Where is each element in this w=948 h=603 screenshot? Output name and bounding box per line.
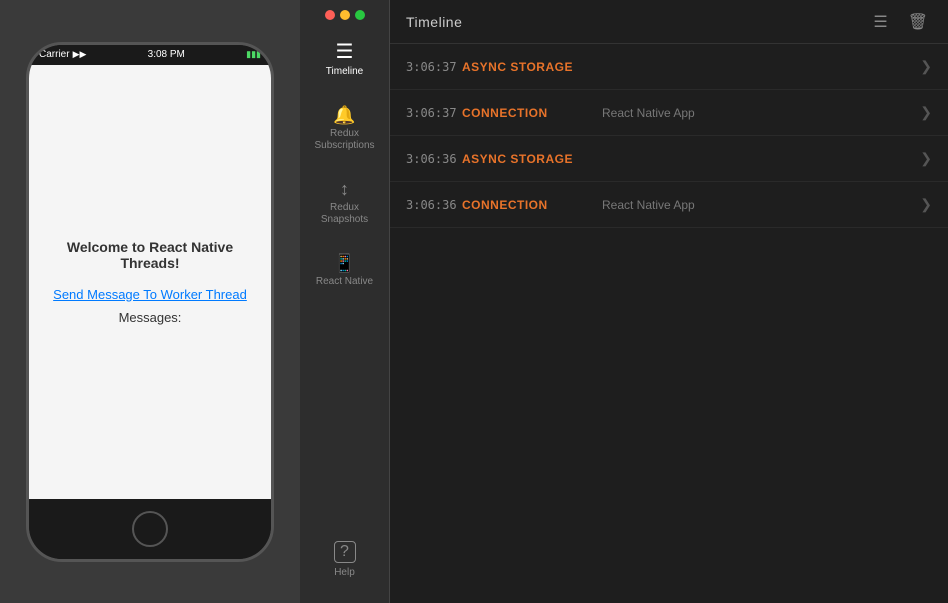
sidebar: ☰ Timeline 🔔 Redux Subscriptions ↕ Redux… <box>300 0 390 603</box>
sidebar-item-help[interactable]: ? Help <box>326 527 364 593</box>
chevron-right-icon: ❯ <box>920 150 932 167</box>
filter-icon: ☰ <box>873 14 887 31</box>
timeline-time: 3:06:36 <box>406 152 462 166</box>
chevron-right-icon: ❯ <box>920 196 932 213</box>
sidebar-item-timeline-label: Timeline <box>326 66 363 78</box>
wifi-icon: ▶▶ <box>73 49 87 60</box>
timeline-row[interactable]: 3:06:36 CONNECTION React Native App ❯ <box>390 182 948 228</box>
timeline-detail: React Native App <box>602 106 912 120</box>
phone-section: Carrier ▶▶ 3:08 PM ▮▮▮ Welcome to React … <box>0 0 300 603</box>
carrier-label: Carrier <box>39 49 70 60</box>
timeline-header: Timeline ☰ 🗑 <box>390 0 948 44</box>
sidebar-item-react-native[interactable]: 📱 React Native <box>300 240 389 302</box>
timeline-detail: React Native App <box>602 198 912 212</box>
timeline-event-type: ASYNC STORAGE <box>462 152 602 166</box>
dot-minimize <box>340 10 350 20</box>
home-button[interactable] <box>132 511 168 547</box>
help-icon: ? <box>334 541 356 563</box>
sidebar-item-help-label: Help <box>334 567 355 579</box>
trash-icon: 🗑 <box>908 14 928 31</box>
welcome-text: Welcome to React Native Threads! <box>49 239 251 271</box>
sidebar-bottom: ? Help <box>326 527 364 603</box>
timeline-icon: ☰ <box>336 42 354 62</box>
phone-bottom-bar <box>29 499 271 559</box>
sidebar-item-redux-snap-label: Redux Snapshots <box>321 202 368 226</box>
timeline-event-type: CONNECTION <box>462 106 602 120</box>
timeline-time: 3:06:37 <box>406 60 462 74</box>
timeline-event-type: ASYNC STORAGE <box>462 60 602 74</box>
snapshot-icon: ↕ <box>340 180 349 198</box>
sidebar-item-redux-subscriptions[interactable]: 🔔 Redux Subscriptions <box>300 92 389 166</box>
filter-button[interactable]: ☰ <box>869 8 891 36</box>
timeline-row[interactable]: 3:06:36 ASYNC STORAGE ❯ <box>390 136 948 182</box>
phone-frame: Carrier ▶▶ 3:08 PM ▮▮▮ Welcome to React … <box>26 42 274 562</box>
timeline-time: 3:06:36 <box>406 198 462 212</box>
traffic-lights <box>325 0 365 28</box>
mobile-icon: 📱 <box>333 254 355 272</box>
delete-button[interactable]: 🗑 <box>904 8 932 36</box>
send-message-link[interactable]: Send Message To Worker Thread <box>53 287 247 302</box>
timeline-time: 3:06:37 <box>406 106 462 120</box>
sidebar-item-timeline[interactable]: ☰ Timeline <box>300 28 389 92</box>
chevron-right-icon: ❯ <box>920 58 932 75</box>
timeline-event-type: CONNECTION <box>462 198 602 212</box>
phone-status-bar: Carrier ▶▶ 3:08 PM ▮▮▮ <box>29 45 271 65</box>
sidebar-nav: ☰ Timeline 🔔 Redux Subscriptions ↕ Redux… <box>300 28 389 527</box>
timeline-panel: Timeline ☰ 🗑 3:06:37 ASYNC STORAGE ❯ 3:0… <box>390 0 948 603</box>
battery-icon: ▮▮▮ <box>246 49 261 60</box>
timeline-title: Timeline <box>406 14 462 30</box>
carrier-wifi: Carrier ▶▶ <box>39 49 86 60</box>
bell-icon: 🔔 <box>333 106 355 124</box>
timeline-list: 3:06:37 ASYNC STORAGE ❯ 3:06:37 CONNECTI… <box>390 44 948 603</box>
clock: 3:08 PM <box>148 49 185 60</box>
timeline-actions: ☰ 🗑 <box>869 8 932 36</box>
sidebar-item-react-native-label: React Native <box>316 276 373 288</box>
dot-maximize <box>355 10 365 20</box>
messages-label: Messages: <box>119 310 182 325</box>
battery-area: ▮▮▮ <box>246 49 261 60</box>
sidebar-item-redux-subs-label: Redux Subscriptions <box>314 128 374 152</box>
timeline-row[interactable]: 3:06:37 ASYNC STORAGE ❯ <box>390 44 948 90</box>
dot-close <box>325 10 335 20</box>
phone-screen: Welcome to React Native Threads! Send Me… <box>29 65 271 499</box>
chevron-right-icon: ❯ <box>920 104 932 121</box>
sidebar-item-redux-snapshots[interactable]: ↕ Redux Snapshots <box>300 166 389 240</box>
timeline-row[interactable]: 3:06:37 CONNECTION React Native App ❯ <box>390 90 948 136</box>
